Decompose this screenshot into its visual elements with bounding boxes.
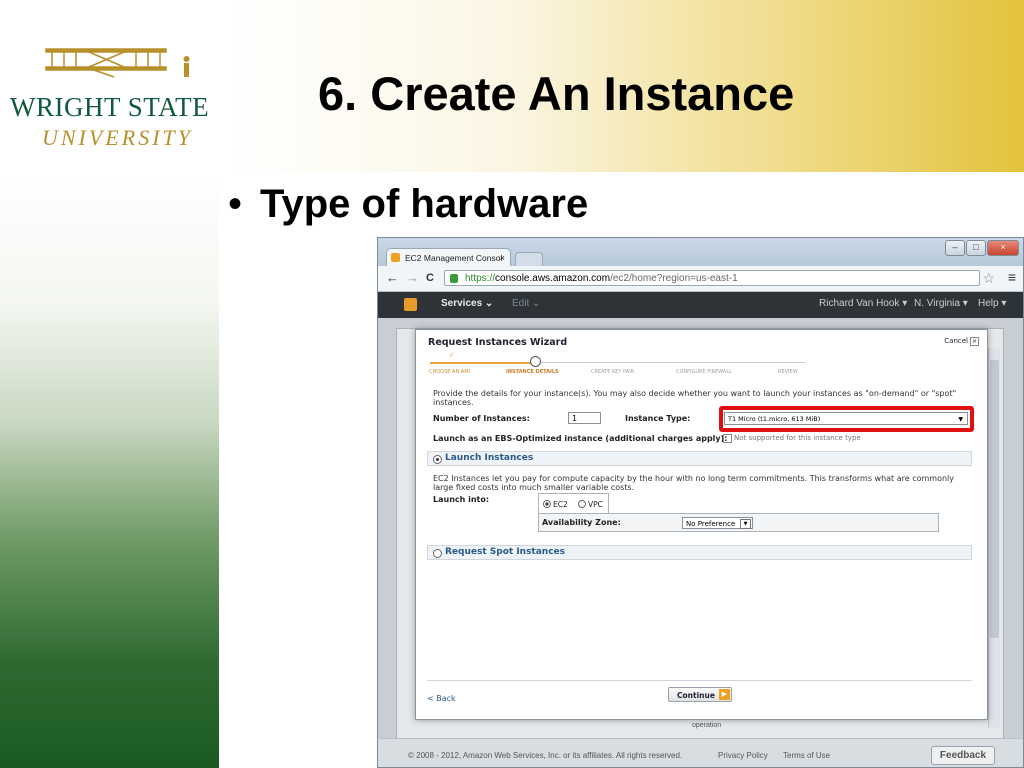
- window-controls: – □ ×: [945, 240, 1019, 256]
- bullet-marker: •: [228, 182, 243, 226]
- lock-icon: [450, 274, 458, 283]
- launch-into-label: Launch into:: [433, 495, 490, 504]
- wizard-progress-done: [430, 362, 535, 364]
- url-scheme: https://: [465, 273, 496, 284]
- step-complete-icon: ✓: [449, 351, 455, 359]
- vpc-label: VPC: [588, 500, 603, 509]
- launch-instances-section[interactable]: Launch Instances: [427, 451, 972, 466]
- step-create-key-pair[interactable]: CREATE KEY PAIR: [591, 369, 634, 375]
- ec2-option[interactable]: EC2: [543, 499, 568, 509]
- user-menu[interactable]: Richard Van Hook ▾: [819, 298, 907, 309]
- scroll-thumb[interactable]: [990, 360, 999, 638]
- privacy-link[interactable]: Privacy Policy: [718, 751, 768, 760]
- launch-into-options: EC2 VPC: [538, 493, 609, 514]
- az-dropdown-icon: ▼: [740, 519, 751, 529]
- wright-state-logo: WRIGHT STATE UNIVERSITY: [8, 40, 223, 160]
- services-menu[interactable]: Services ⌄: [441, 298, 493, 309]
- console-footer: © 2008 - 2012, Amazon Web Services, Inc.…: [378, 738, 1023, 767]
- step-configure-firewall[interactable]: CONFIGURE FIREWALL: [676, 369, 732, 375]
- spot-instances-section[interactable]: Request Spot Instances: [427, 545, 972, 560]
- availability-zone-value: No Preference: [686, 520, 736, 528]
- maximize-button[interactable]: □: [966, 240, 986, 256]
- num-instances-label: Number of Instances:: [433, 414, 530, 423]
- bullet-point: • Type of hardware: [228, 182, 588, 227]
- num-instances-input[interactable]: 1: [568, 412, 601, 424]
- launch-instances-radio[interactable]: [433, 455, 442, 464]
- page-scrollbar[interactable]: [988, 348, 1000, 728]
- launch-instances-title: Launch Instances: [445, 453, 534, 463]
- title-bar: EC2 Management Consol × – □ ×: [378, 238, 1023, 267]
- terms-link[interactable]: Terms of Use: [783, 751, 830, 760]
- ec2-label: EC2: [553, 500, 568, 509]
- availability-zone-panel: Availability Zone: No Preference ▼: [538, 513, 939, 532]
- address-bar[interactable]: https://console.aws.amazon.com/ec2/home?…: [444, 270, 980, 286]
- slide-title: 6. Create An Instance: [318, 67, 795, 120]
- aws-cube-icon[interactable]: [404, 298, 417, 311]
- copyright-text: © 2008 - 2012, Amazon Web Services, Inc.…: [408, 751, 683, 760]
- step-choose-ami[interactable]: CHOOSE AN AMI: [429, 369, 470, 375]
- url-host: console.aws.amazon.com: [495, 273, 611, 284]
- bookmark-star-icon[interactable]: ☆: [982, 270, 995, 287]
- browser-toolbar: ← → C https://console.aws.amazon.com/ec2…: [378, 266, 1023, 292]
- request-instances-wizard: Request Instances Wizard Cancel × ✓ CHOOS…: [415, 329, 988, 720]
- region-menu[interactable]: N. Virginia ▾: [914, 298, 968, 309]
- reload-icon[interactable]: C: [426, 272, 434, 284]
- step-review[interactable]: REVIEW: [778, 369, 798, 375]
- browser-tab[interactable]: EC2 Management Consol ×: [386, 248, 511, 266]
- cancel-label: Cancel: [944, 337, 968, 345]
- url-path: /ec2/home?region=us-east-1: [610, 273, 738, 284]
- feedback-button[interactable]: Feedback: [931, 746, 995, 765]
- continue-label: Continue: [677, 691, 715, 700]
- spot-instances-radio[interactable]: [433, 549, 442, 558]
- aws-console-nav: Services ⌄ Edit ⌄ Richard Van Hook ▾ N. …: [378, 292, 1023, 318]
- instance-type-label: Instance Type:: [625, 414, 691, 423]
- instance-type-highlight: [719, 406, 974, 432]
- ebs-optimized-checkbox[interactable]: [723, 434, 732, 443]
- ebs-note: Not supported for this instance type: [734, 434, 861, 442]
- vpc-option[interactable]: VPC: [578, 499, 603, 509]
- wright-flyer-icon: [45, 48, 190, 78]
- minimize-button[interactable]: –: [945, 240, 965, 256]
- close-window-button[interactable]: ×: [987, 240, 1019, 256]
- browser-window: EC2 Management Consol × – □ × ← → C http…: [377, 237, 1024, 768]
- back-link[interactable]: < Back: [427, 694, 456, 703]
- logo-line2: UNIVERSITY: [42, 125, 193, 150]
- cancel-x-icon: ×: [970, 337, 979, 346]
- back-arrow-icon[interactable]: ←: [386, 270, 399, 285]
- availability-zone-select[interactable]: No Preference ▼: [682, 517, 753, 529]
- continue-button[interactable]: Continue ▶: [668, 687, 732, 702]
- availability-zone-label: Availability Zone:: [542, 518, 621, 527]
- aws-favicon-icon: [391, 253, 400, 262]
- ebs-optimized-label: Launch as an EBS-Optimized instance (add…: [433, 434, 728, 443]
- step-instance-details[interactable]: INSTANCE DETAILS: [506, 369, 559, 375]
- edit-menu[interactable]: Edit ⌄: [512, 298, 540, 309]
- help-menu[interactable]: Help ▾: [978, 298, 1006, 309]
- logo-line1: WRIGHT STATE: [10, 92, 210, 122]
- tab-title: EC2 Management Consol: [405, 253, 503, 263]
- arrow-right-icon: ▶: [719, 689, 730, 700]
- forward-arrow-icon[interactable]: →: [406, 270, 419, 285]
- current-step-marker: [530, 356, 541, 367]
- spot-instances-title: Request Spot Instances: [445, 547, 566, 557]
- footer-divider: [427, 680, 972, 681]
- browser-menu-icon[interactable]: ≡: [1008, 269, 1016, 285]
- launch-description: EC2 Instances let you pay for compute ca…: [433, 474, 955, 492]
- bullet-text: Type of hardware: [260, 182, 589, 226]
- left-band: [0, 172, 219, 768]
- new-tab-button[interactable]: [515, 252, 543, 267]
- tab-close-icon[interactable]: ×: [500, 249, 505, 266]
- wizard-title: Request Instances Wizard: [428, 337, 568, 348]
- vpc-radio-icon: [578, 500, 586, 508]
- wizard-description: Provide the details for your instance(s)…: [433, 389, 957, 407]
- cancel-button[interactable]: Cancel ×: [944, 337, 979, 346]
- operation-label: operation: [692, 722, 722, 729]
- ec2-radio-icon: [543, 500, 551, 508]
